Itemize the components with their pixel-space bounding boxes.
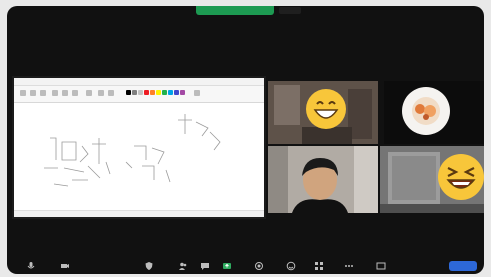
swatch [174, 90, 179, 95]
participants-icon[interactable] [177, 260, 189, 272]
meeting-window [7, 6, 484, 274]
apps-icon[interactable] [313, 260, 325, 272]
swatch [132, 90, 137, 95]
video-icon[interactable] [59, 260, 71, 272]
participant-tile-3[interactable] [268, 146, 378, 213]
swatch [144, 90, 149, 95]
swatch [156, 90, 161, 95]
shapes-icon [98, 90, 104, 96]
paint-title-bar [14, 78, 264, 86]
person-video [268, 146, 378, 213]
swatch [150, 90, 155, 95]
edit-colors-icon [194, 90, 200, 96]
brush-icon [86, 90, 92, 96]
text-tool-icon [72, 90, 78, 96]
outline-icon [108, 90, 114, 96]
avatar-image-icon [412, 97, 440, 125]
paint-status-bar [14, 210, 264, 217]
paste-icon [20, 90, 26, 96]
swatch [126, 90, 131, 95]
crop-icon [40, 90, 46, 96]
grinning-emoji-icon [306, 89, 346, 129]
shared-screen[interactable] [12, 76, 266, 219]
view-options-button[interactable] [430, 9, 476, 19]
view-layout-icon[interactable] [375, 260, 387, 272]
chat-icon[interactable] [199, 260, 211, 272]
swatch [162, 90, 167, 95]
record-icon[interactable] [253, 260, 265, 272]
meeting-info-badge[interactable] [279, 7, 301, 14]
avatar [402, 87, 450, 135]
microphone-icon[interactable] [25, 260, 37, 272]
paint-ribbon [14, 86, 264, 103]
swatch [168, 90, 173, 95]
select-icon [30, 90, 36, 96]
reactions-icon[interactable] [285, 260, 297, 272]
more-icon[interactable] [343, 260, 355, 272]
swatch [180, 90, 185, 95]
swatch [138, 90, 143, 95]
participant-tile-1[interactable] [268, 81, 378, 144]
security-icon[interactable] [143, 260, 155, 272]
meeting-toolbar [7, 258, 484, 274]
squinting-laugh-emoji-icon [438, 154, 484, 200]
pencil-icon [52, 90, 58, 96]
end-meeting-button[interactable] [449, 261, 477, 271]
participant-tile-4[interactable] [380, 146, 484, 213]
share-screen-icon[interactable] [221, 260, 233, 272]
screen-sharing-banner[interactable] [196, 6, 274, 15]
paint-canvas [44, 114, 221, 187]
fill-icon [62, 90, 68, 96]
